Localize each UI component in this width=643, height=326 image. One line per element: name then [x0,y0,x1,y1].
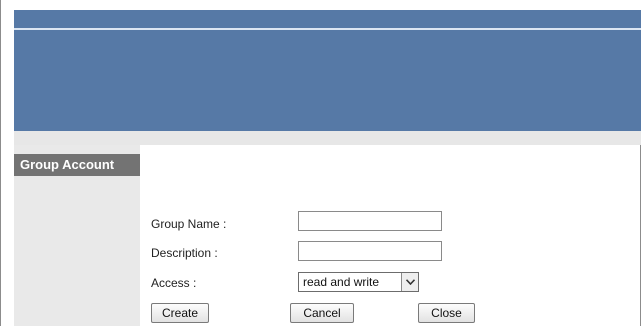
access-select[interactable]: read and write [298,272,419,292]
header-divider [14,28,641,30]
create-button[interactable]: Create [151,303,209,323]
header-subbar [14,131,641,145]
access-selected-value: read and write [303,275,380,289]
description-input[interactable] [298,241,442,261]
group-name-label: Group Name : [151,217,227,231]
access-label: Access : [151,276,197,290]
top-margin [1,0,642,10]
chevron-down-icon[interactable] [401,273,418,291]
app-window: Group Account Group Name : Description :… [0,0,642,326]
sidebar-heading-group-account: Group Account [14,154,140,176]
group-name-input[interactable] [298,211,442,231]
description-label: Description : [151,246,218,260]
cancel-button[interactable]: Cancel [290,303,354,323]
close-button[interactable]: Close [418,303,475,323]
